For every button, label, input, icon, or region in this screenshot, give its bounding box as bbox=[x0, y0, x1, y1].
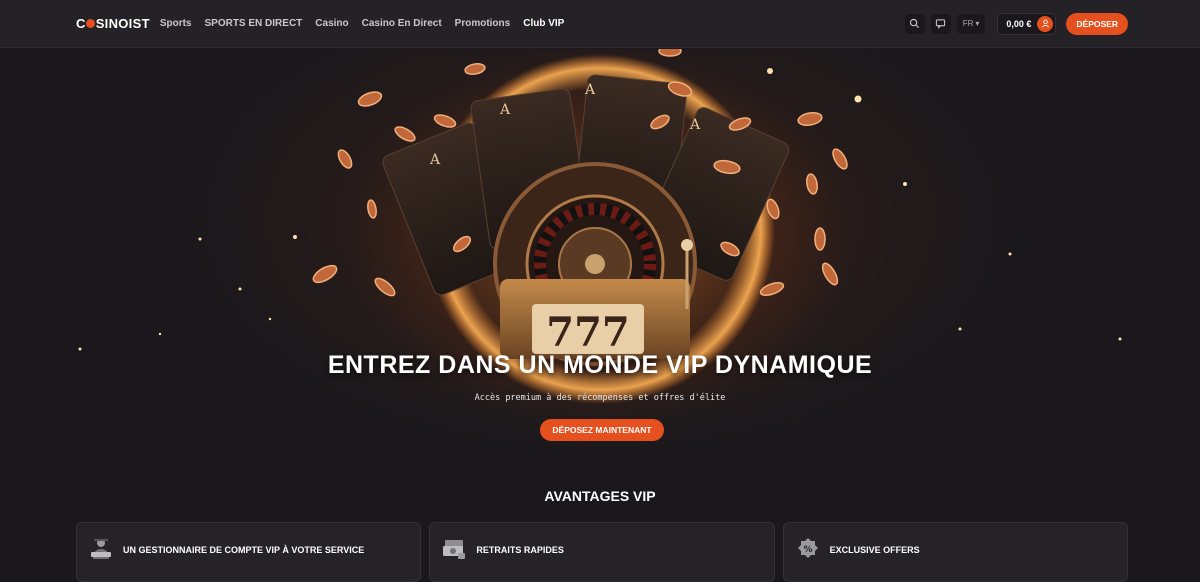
logo-chip-icon bbox=[86, 19, 96, 28]
balance-widget[interactable]: 0,00 € bbox=[997, 12, 1057, 35]
chevron-down-icon: ▾ bbox=[975, 19, 980, 28]
logo-letter-c: C bbox=[76, 16, 86, 31]
user-icon bbox=[1041, 19, 1049, 28]
balance-amount: 0,00 € bbox=[1006, 18, 1032, 29]
advantage-label: EXCLUSIVE OFFERS bbox=[829, 545, 920, 555]
svg-text:A: A bbox=[584, 82, 596, 98]
advantage-card-fast-withdrawals[interactable]: RETRAITS RAPIDES bbox=[429, 522, 775, 582]
advantage-card-exclusive-offers[interactable]: % EXCLUSIVE OFFERS bbox=[782, 522, 1128, 582]
main-nav: Sports SPORTS EN DIRECT Casino Casino En… bbox=[160, 18, 578, 29]
vip-advantages-title: AVANTAGES VIP bbox=[544, 488, 656, 504]
logo-text-rest: SINOIST bbox=[95, 16, 150, 31]
advantage-card-account-manager[interactable]: UN GESTIONNAIRE DE COMPTE VIP À VOTRE SE… bbox=[76, 522, 422, 582]
advantage-label: UN GESTIONNAIRE DE COMPTE VIP À VOTRE SE… bbox=[123, 545, 365, 555]
cash-withdrawal-icon bbox=[442, 537, 466, 561]
nav-sports[interactable]: Sports bbox=[160, 18, 192, 29]
casinoist-logo[interactable]: C SINOIST bbox=[76, 16, 150, 31]
header-actions: FR ▾ 0,00 € DÉPOSER bbox=[904, 12, 1128, 35]
hero-casino-illustration: A A A A 777 bbox=[78, 49, 1122, 404]
hero-subtitle: Accès premium à des récompenses et offre… bbox=[474, 393, 726, 403]
advantage-label: RETRAITS RAPIDES bbox=[476, 545, 564, 555]
chat-button[interactable] bbox=[930, 13, 951, 34]
deposit-button[interactable]: DÉPOSER bbox=[1066, 12, 1128, 35]
user-account-button[interactable] bbox=[1037, 15, 1054, 32]
nav-promotions[interactable]: Promotions bbox=[455, 18, 511, 29]
vip-advantages-list: UN GESTIONNAIRE DE COMPTE VIP À VOTRE SE… bbox=[76, 522, 1128, 582]
nav-live-sports[interactable]: SPORTS EN DIRECT bbox=[204, 18, 302, 29]
language-selector[interactable]: FR ▾ bbox=[956, 13, 986, 34]
search-button[interactable] bbox=[904, 13, 925, 34]
language-label: FR bbox=[962, 19, 974, 28]
chat-icon bbox=[936, 19, 946, 29]
account-manager-icon bbox=[89, 537, 113, 561]
vip-hero-banner: A A A A 777 ENTREZ DANS UN MONDE VIP DYN… bbox=[0, 49, 1200, 449]
nav-vip-club[interactable]: Club VIP bbox=[523, 18, 564, 29]
top-header: C SINOIST Sports SPORTS EN DIRECT Casino … bbox=[0, 0, 1200, 48]
slot-reels-777: 777 bbox=[546, 309, 630, 356]
hero-title: ENTREZ DANS UN MONDE VIP DYNAMIQUE bbox=[327, 351, 873, 379]
percent-badge-icon: % bbox=[796, 537, 820, 561]
deposit-now-button[interactable]: DÉPOSEZ MAINTENANT bbox=[540, 419, 664, 441]
svg-text:A: A bbox=[429, 152, 441, 168]
svg-text:%: % bbox=[803, 545, 812, 555]
nav-live-casino[interactable]: Casino En Direct bbox=[362, 18, 442, 29]
svg-text:A: A bbox=[499, 102, 511, 118]
nav-casino[interactable]: Casino bbox=[315, 18, 348, 29]
search-icon bbox=[910, 18, 920, 29]
svg-text:A: A bbox=[689, 117, 701, 133]
